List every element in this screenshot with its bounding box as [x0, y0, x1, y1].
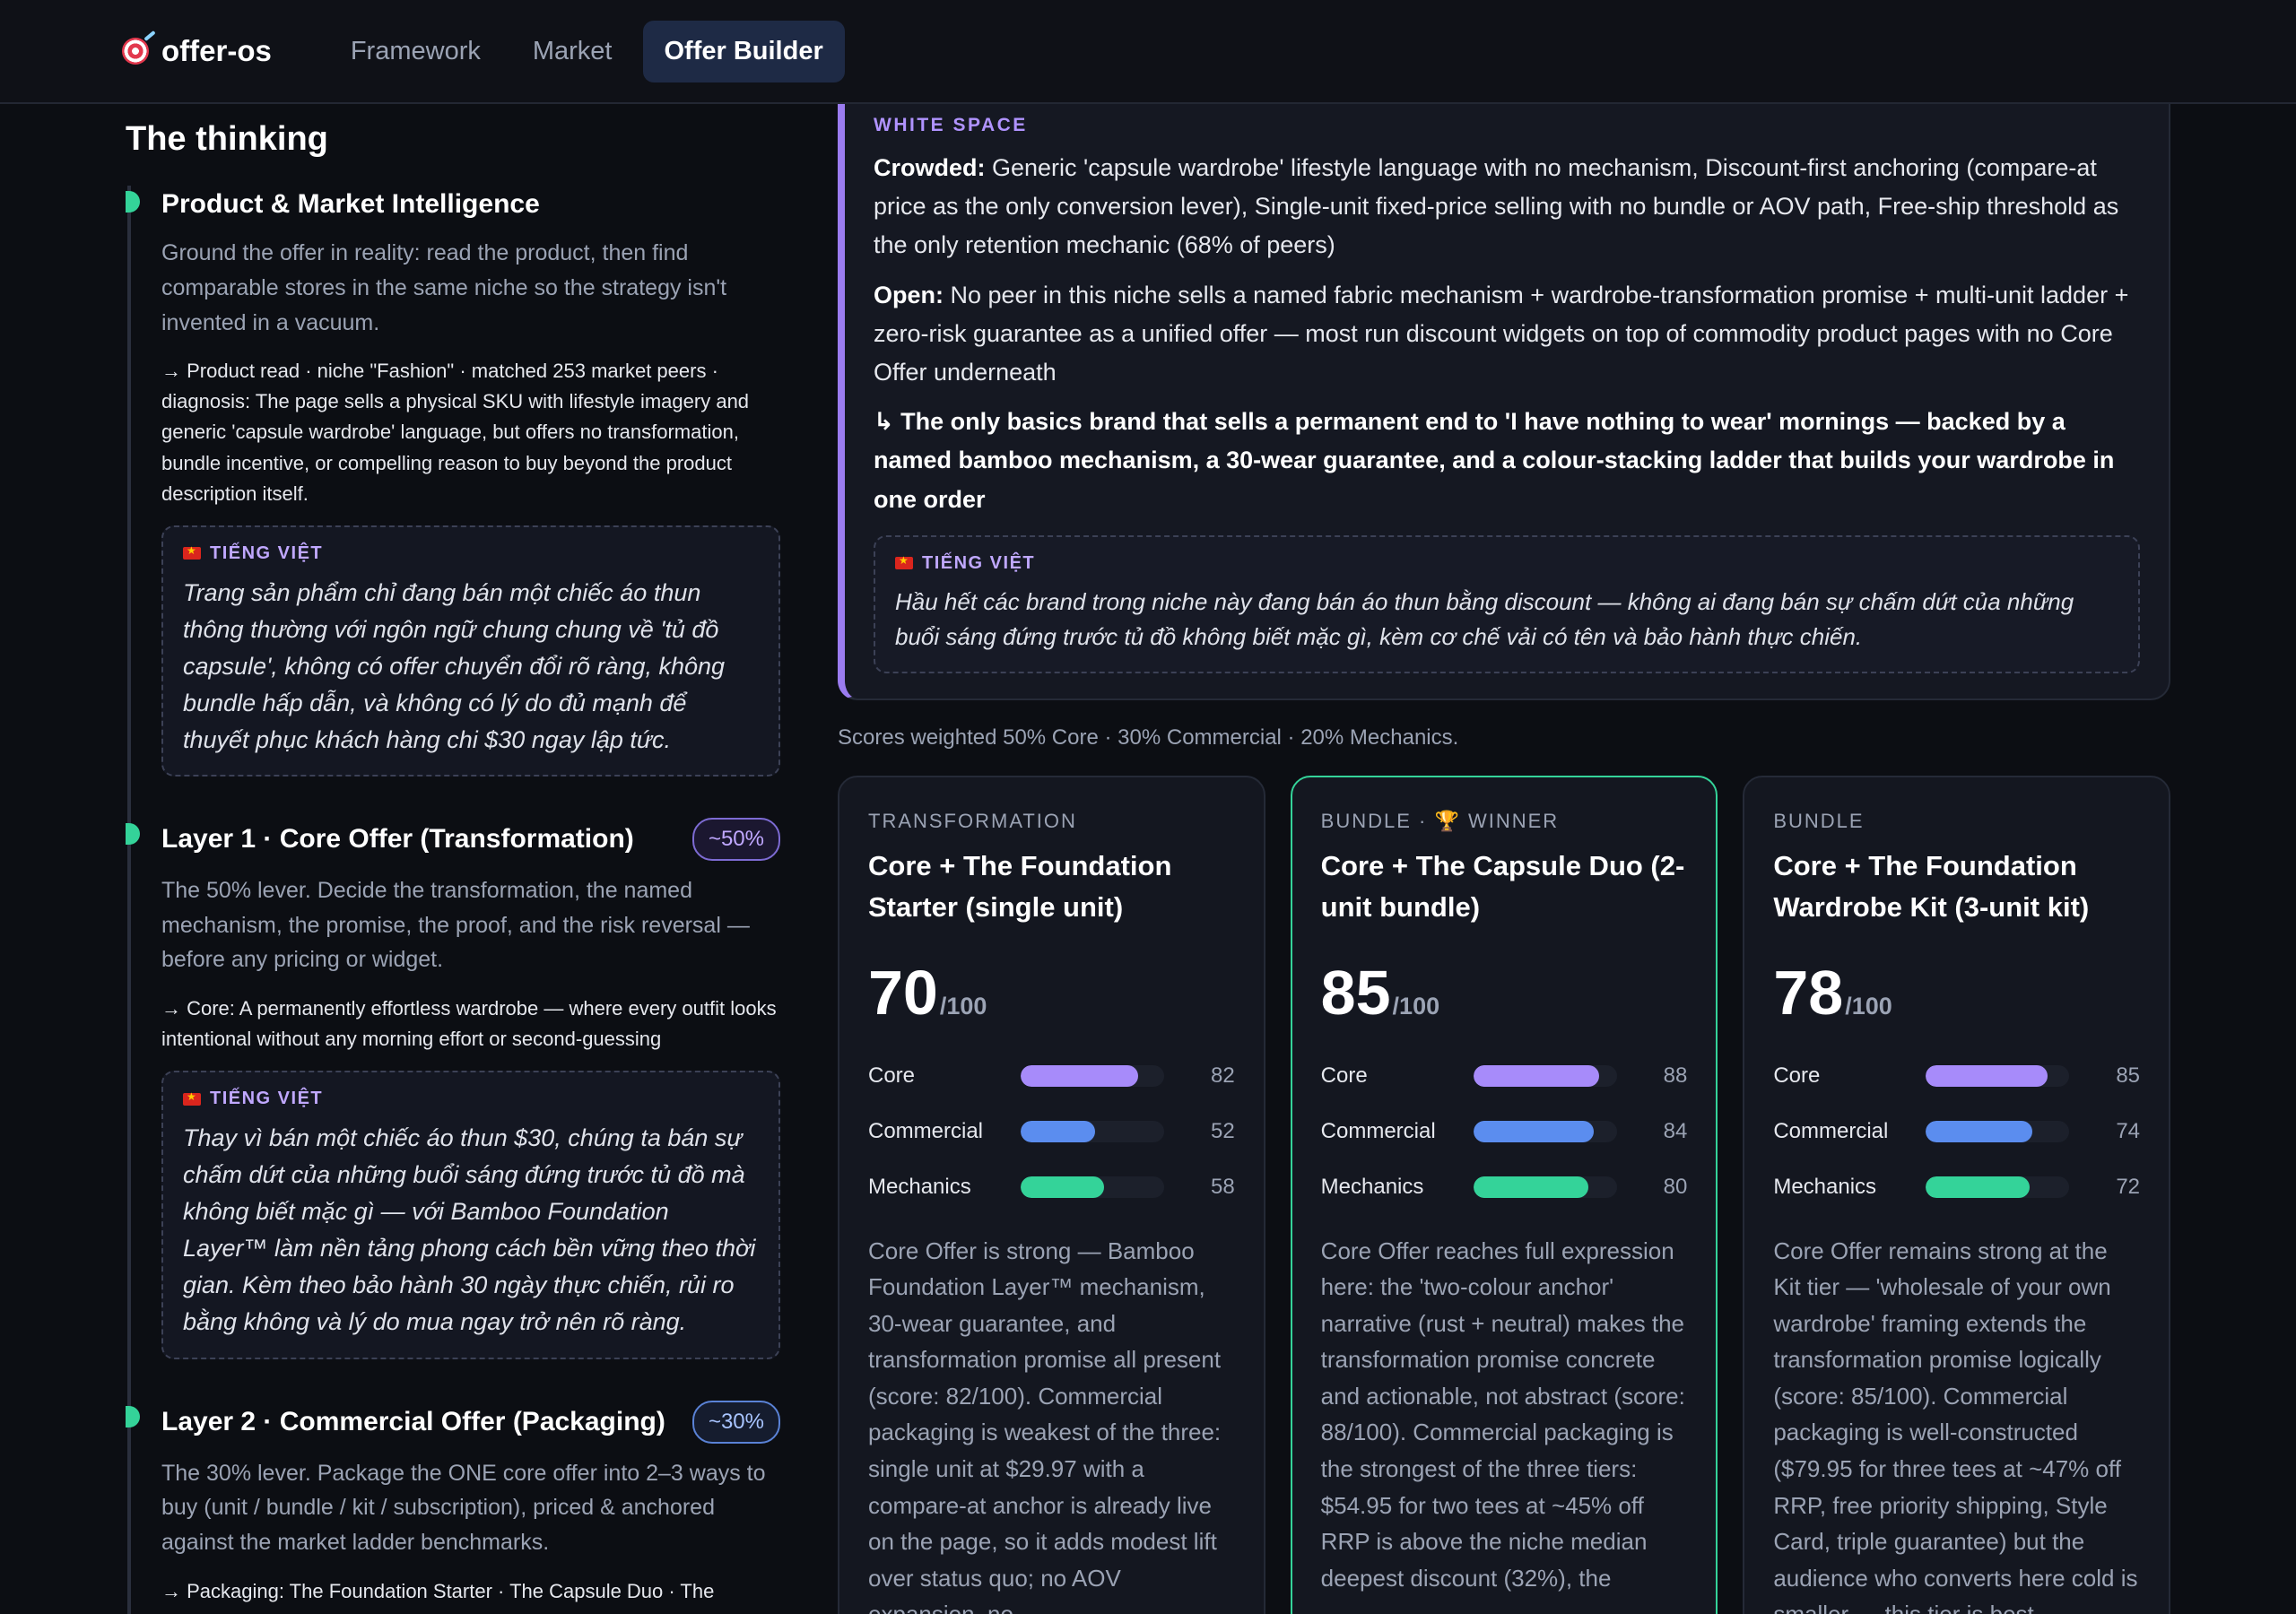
vietnamese-translation: TIẾNG VIỆT Hầu hết các brand trong niche… [874, 534, 2140, 673]
card-kicker: TRANSFORMATION [868, 809, 1077, 832]
score-breakdown: Core 85 Commercial 74 Mechanics 72 [1773, 1048, 2140, 1215]
step-commercial-offer: Layer 2 · Commercial Offer (Packaging) ~… [126, 1400, 780, 1607]
commercial-score-value: 74 [2116, 1118, 2141, 1143]
score-value: 70 [868, 957, 938, 1028]
step-title: Layer 1 · Core Offer (Transformation) [161, 823, 634, 854]
card-rationale: Core Offer is strong — Bamboo Foundation… [868, 1237, 1222, 1614]
mechanics-score-bar [1473, 1176, 1588, 1198]
vietnam-flag-icon [895, 554, 913, 570]
score: 78/100 [1773, 957, 1892, 1028]
vietnamese-translation: TIẾNG VIỆT Trang sản phẩm chỉ đang bán m… [161, 525, 780, 777]
offer-card-winner[interactable]: BUNDLE · 🏆 WINNER Core + The Capsule Duo… [1290, 775, 1718, 1614]
thinking-panel: The thinking Product & Market Intelligen… [126, 104, 780, 1614]
offer-card-kit[interactable]: BUNDLE Core + The Foundation Wardrobe Ki… [1743, 775, 2170, 1614]
core-score-row: Core 85 [1773, 1063, 2141, 1088]
card-rationale: Core Offer reaches full expression here:… [1320, 1237, 1685, 1592]
core-score-bar [1021, 1064, 1139, 1087]
offer-builder-main: WHITE SPACE Crowded: Generic 'capsule wa… [838, 104, 2170, 1614]
nav-offer-builder[interactable]: Offer Builder [642, 20, 845, 82]
step-result: → Packaging: The Foundation Starter · Th… [161, 1579, 715, 1602]
vietnam-flag-icon [183, 1090, 201, 1106]
offer-card-single[interactable]: TRANSFORMATION Core + The Foundation Sta… [838, 775, 1265, 1614]
nav-framework[interactable]: Framework [329, 21, 502, 82]
score: 70/100 [868, 957, 987, 1028]
card-kicker: BUNDLE · 🏆 WINNER [1320, 809, 1560, 832]
translation-text: Hầu hết các brand trong niche này đang b… [895, 587, 2074, 651]
mechanics-score-row: Mechanics 58 [868, 1174, 1235, 1199]
commercial-score-row: Commercial 84 [1320, 1118, 1688, 1143]
weight-badge: ~50% [691, 817, 780, 861]
core-score-row: Core 88 [1320, 1063, 1688, 1088]
mechanics-score-bar [1926, 1176, 2030, 1198]
core-score-row: Core 82 [868, 1063, 1235, 1088]
commercial-score-value: 52 [1210, 1118, 1235, 1143]
score-breakdown: Core 88 Commercial 84 Mechanics 80 [1321, 1048, 1688, 1215]
vietnamese-translation: TIẾNG VIỆT Thay vì bán một chiếc áo thun… [161, 1071, 780, 1359]
score-weights-note: Scores weighted 50% Core · 30% Commercia… [838, 725, 1459, 750]
core-score-bar [1926, 1064, 2048, 1087]
card-title: Core + The Foundation Wardrobe Kit (3-un… [1773, 849, 2090, 924]
target-dart-icon [122, 38, 149, 65]
core-score-value: 85 [2116, 1063, 2141, 1088]
nav-market[interactable]: Market [511, 21, 634, 82]
step-description: The 50% lever. Decide the transformation… [161, 877, 750, 973]
mechanics-score-row: Mechanics 80 [1320, 1174, 1688, 1199]
card-rationale: Core Offer remains strong at the Kit tie… [1773, 1237, 2138, 1614]
vietnam-flag-icon [183, 544, 201, 560]
mechanics-score-value: 80 [1663, 1174, 1688, 1199]
translation-label: TIẾNG VIỆT [210, 542, 324, 563]
step-description: Ground the offer in reality: read the pr… [161, 240, 727, 335]
step-title: Product & Market Intelligence [161, 189, 540, 219]
top-navigation-bar: offer-os Framework Market Offer Builder [0, 0, 2296, 104]
translation-text: Thay vì bán một chiếc áo thun $30, chúng… [183, 1124, 756, 1336]
step-result: → Product read · niche "Fashion" · match… [161, 360, 750, 505]
brand[interactable]: offer-os [122, 34, 272, 68]
mechanics-score-value: 72 [2116, 1174, 2141, 1199]
commercial-score-row: Commercial 74 [1773, 1118, 2141, 1143]
commercial-score-bar [1021, 1120, 1096, 1142]
white-space-label: WHITE SPACE [874, 115, 1028, 135]
translation-text: Trang sản phẩm chỉ đang bán một chiếc áo… [183, 578, 726, 753]
core-score-value: 82 [1210, 1063, 1235, 1088]
step-market-intelligence: Product & Market Intelligence Ground the… [126, 186, 780, 777]
score-breakdown: Core 82 Commercial 52 Mechanics 58 [868, 1048, 1235, 1215]
core-score-bar [1473, 1064, 1600, 1087]
thinking-title: The thinking [126, 120, 328, 158]
white-space-card: WHITE SPACE Crowded: Generic 'capsule wa… [838, 104, 2170, 700]
card-title: Core + The Foundation Starter (single un… [868, 849, 1172, 924]
score: 85/100 [1320, 957, 1440, 1028]
score-value: 78 [1773, 957, 1844, 1028]
open-text: Open: No peer in this niche sells a name… [874, 281, 2129, 386]
main-nav: Framework Market Offer Builder [329, 20, 845, 82]
brand-name: offer-os [161, 34, 272, 67]
mechanics-score-value: 58 [1210, 1174, 1235, 1199]
step-core-offer: Layer 1 · Core Offer (Transformation) ~5… [126, 817, 780, 1359]
mechanics-score-bar [1021, 1176, 1104, 1198]
commercial-score-bar [1926, 1120, 2032, 1142]
step-result: → Core: A permanently effortless wardrob… [161, 997, 777, 1051]
core-score-value: 88 [1663, 1063, 1688, 1088]
card-title: Core + The Capsule Duo (2-unit bundle) [1320, 849, 1685, 924]
positioning-statement: ↳ The only basics brand that sells a per… [874, 408, 2115, 513]
score-value: 85 [1320, 957, 1391, 1028]
card-kicker: BUNDLE [1773, 809, 1865, 832]
offer-options: TRANSFORMATION Core + The Foundation Sta… [838, 775, 2170, 1614]
thinking-timeline: Product & Market Intelligence Ground the… [126, 186, 780, 1614]
step-title: Layer 2 · Commercial Offer (Packaging) [161, 1406, 665, 1436]
crowded-text: Crowded: Generic 'capsule wardrobe' life… [874, 154, 2119, 259]
translation-label: TIẾNG VIỆT [210, 1089, 324, 1109]
step-marker [126, 822, 140, 845]
step-marker [126, 191, 140, 213]
step-marker [126, 1405, 140, 1427]
translation-label: TIẾNG VIỆT [922, 552, 1036, 573]
weight-badge: ~30% [691, 1400, 780, 1444]
commercial-score-row: Commercial 52 [868, 1118, 1235, 1143]
commercial-score-value: 84 [1663, 1118, 1688, 1143]
step-description: The 30% lever. Package the ONE core offe… [161, 1460, 766, 1556]
mechanics-score-row: Mechanics 72 [1773, 1174, 2141, 1199]
commercial-score-bar [1473, 1120, 1595, 1142]
